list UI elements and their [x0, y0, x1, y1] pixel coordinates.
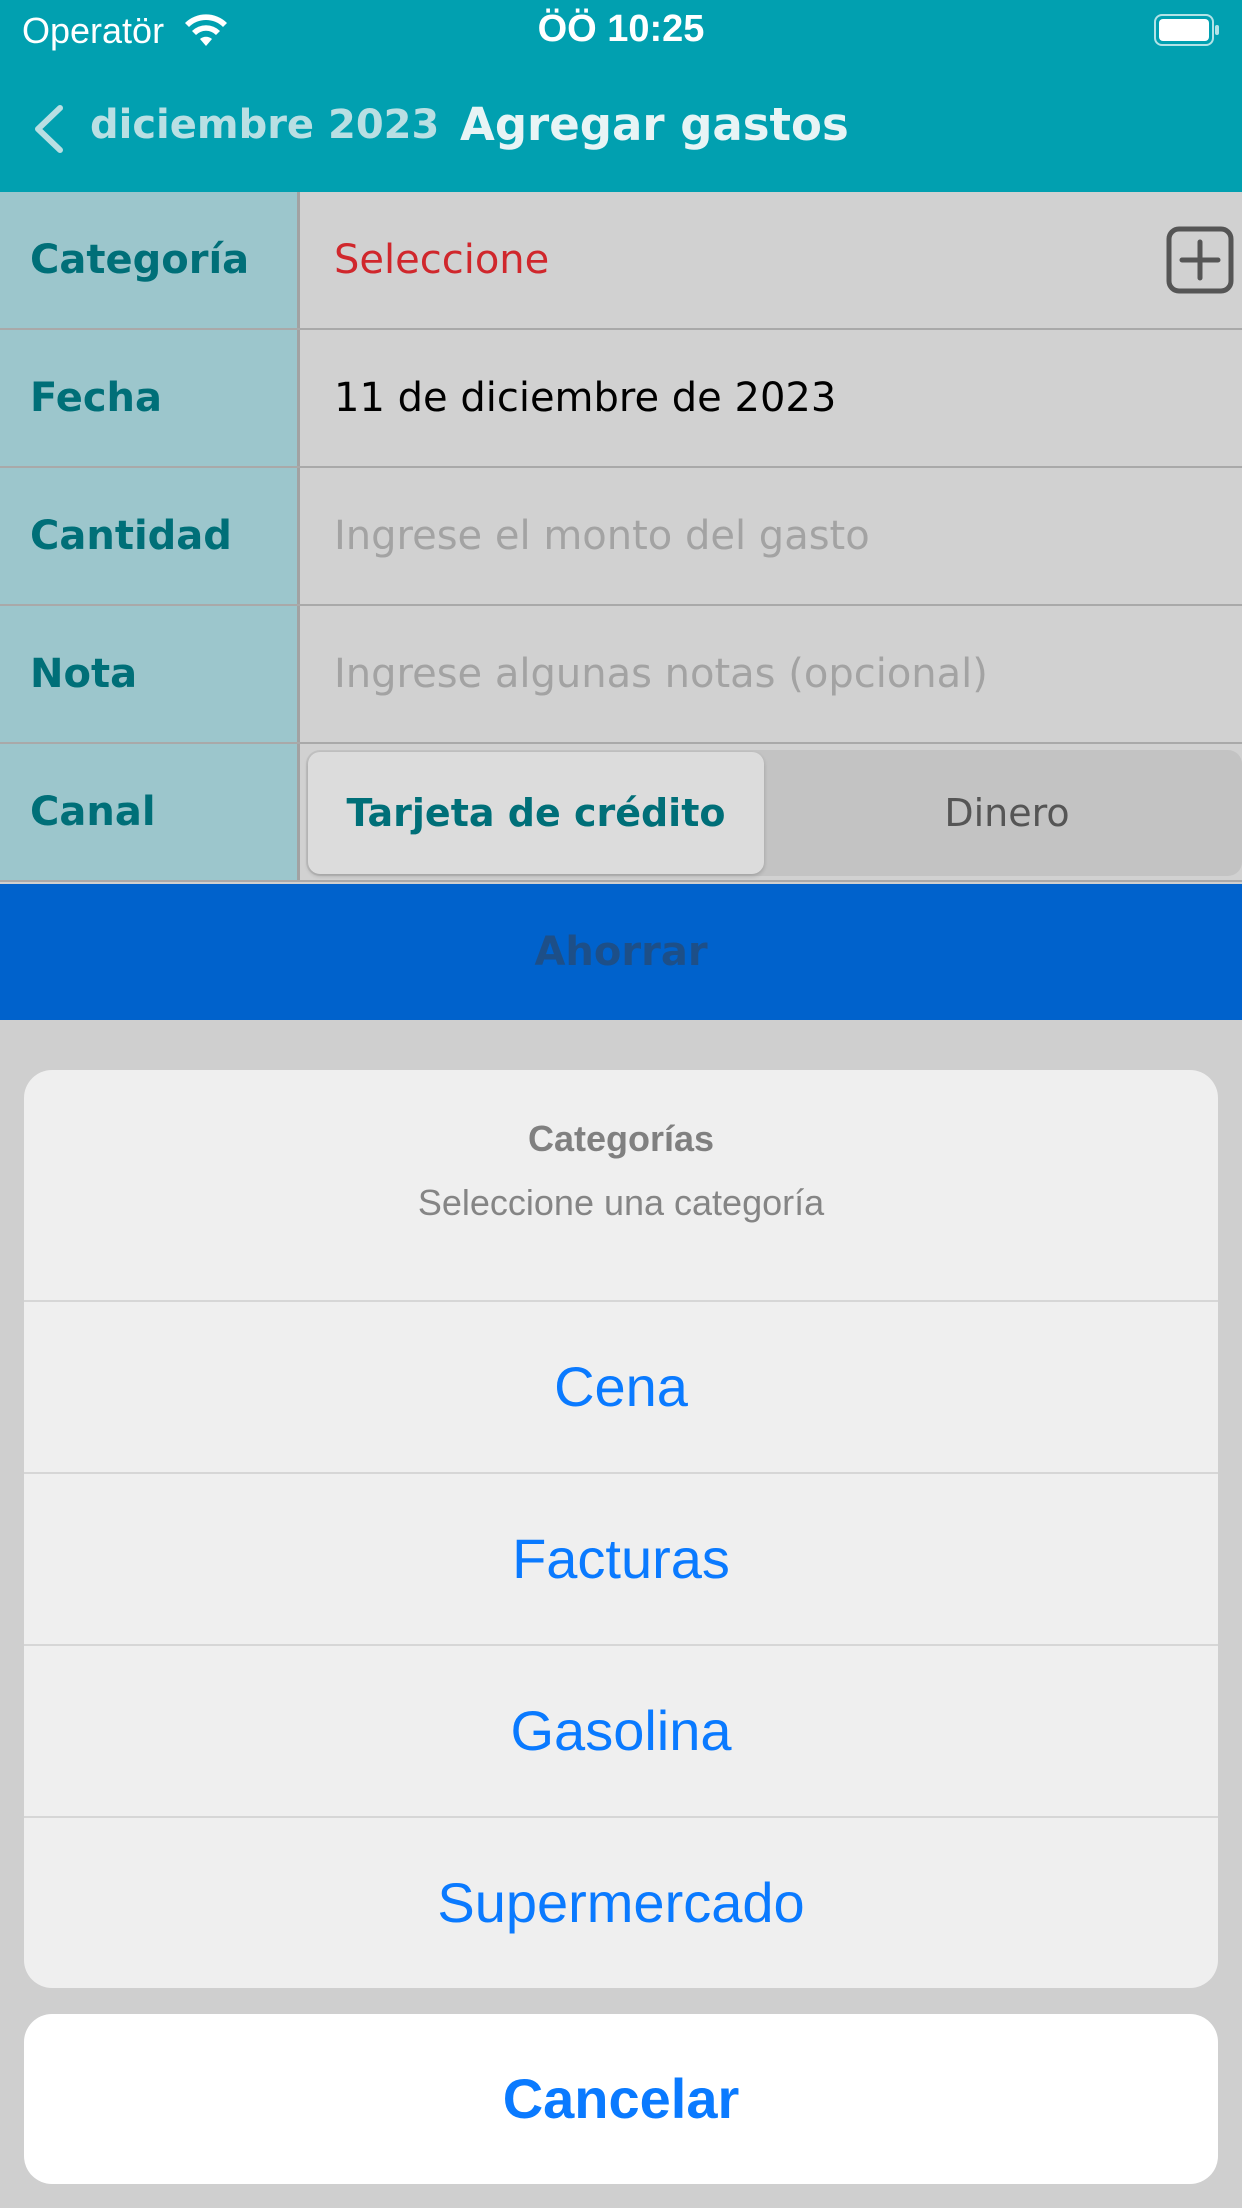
battery-icon [1154, 14, 1219, 46]
date-label-cell: Fecha [0, 330, 300, 466]
category-label: Categoría [30, 237, 250, 283]
amount-label: Cantidad [30, 513, 232, 559]
amount-label-cell: Cantidad [0, 468, 300, 604]
chevron-left-icon[interactable] [28, 104, 68, 154]
expense-form: Categoría Seleccione Fecha 11 de diciemb… [0, 192, 1242, 882]
note-row[interactable]: Nota Ingrese algunas notas (opcional) [0, 606, 1242, 744]
category-select[interactable]: Seleccione [334, 192, 549, 328]
save-button[interactable]: Ahorrar [0, 884, 1242, 1020]
category-value-cell[interactable]: Seleccione [300, 192, 1242, 328]
segment-credit-card[interactable]: Tarjeta de crédito [308, 750, 764, 876]
date-row[interactable]: Fecha 11 de diciembre de 2023 [0, 330, 1242, 468]
status-time: ÖÖ 10:25 [537, 8, 705, 50]
amount-row[interactable]: Cantidad Ingrese el monto del gasto [0, 468, 1242, 606]
channel-label-cell: Canal [0, 744, 300, 880]
option-supermercado[interactable]: Supermercado [24, 1818, 1218, 1988]
channel-row: Canal Tarjeta de crédito Dinero [0, 744, 1242, 882]
note-value-cell[interactable]: Ingrese algunas notas (opcional) [300, 606, 1242, 742]
channel-segmented-control: Tarjeta de crédito Dinero [306, 750, 1242, 876]
add-category-icon[interactable] [1166, 226, 1234, 294]
top-bar: Operatör ÖÖ 10:25 diciembre 2023 Agregar… [0, 0, 1242, 192]
amount-input[interactable]: Ingrese el monto del gasto [334, 468, 870, 604]
option-facturas[interactable]: Facturas [24, 1474, 1218, 1646]
navigation-bar: diciembre 2023 Agregar gastos [0, 62, 1242, 192]
option-cena[interactable]: Cena [24, 1302, 1218, 1474]
note-label-cell: Nota [0, 606, 300, 742]
back-button[interactable]: diciembre 2023 [90, 102, 439, 148]
option-gasolina[interactable]: Gasolina [24, 1646, 1218, 1818]
segment-cash[interactable]: Dinero [774, 750, 1240, 876]
status-bar: Operatör ÖÖ 10:25 [0, 0, 1242, 62]
date-field[interactable]: 11 de diciembre de 2023 [334, 330, 836, 466]
action-sheet-header: Categorías Seleccione una categoría [24, 1070, 1218, 1302]
category-label-cell: Categoría [0, 192, 300, 328]
save-button-label: Ahorrar [534, 929, 708, 975]
cancel-button[interactable]: Cancelar [24, 2014, 1218, 2184]
channel-label: Canal [30, 789, 156, 835]
page-title: Agregar gastos [460, 98, 849, 151]
action-sheet-title: Categorías [527, 1118, 715, 1159]
date-label: Fecha [30, 375, 163, 421]
note-input[interactable]: Ingrese algunas notas (opcional) [334, 606, 988, 742]
action-sheet-message: Seleccione una categoría [417, 1182, 825, 1223]
date-value-cell[interactable]: 11 de diciembre de 2023 [300, 330, 1242, 466]
category-row[interactable]: Categoría Seleccione [0, 192, 1242, 330]
category-action-sheet: Categorías Seleccione una categoría Cena… [24, 1070, 1218, 1988]
amount-value-cell[interactable]: Ingrese el monto del gasto [300, 468, 1242, 604]
note-label: Nota [30, 651, 138, 697]
